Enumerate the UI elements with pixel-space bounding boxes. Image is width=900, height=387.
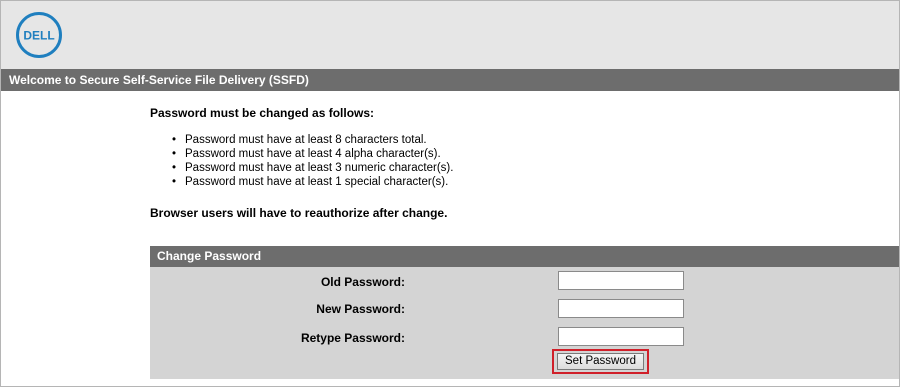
- policy-heading: Password must be changed as follows:: [150, 106, 375, 120]
- policy-rule: • Password must have at least 3 numeric c…: [172, 162, 454, 174]
- old-password-field[interactable]: [558, 271, 684, 290]
- change-password-panel: Change Password Old Password: New Passwo…: [150, 246, 899, 379]
- old-password-label: Old Password:: [320, 275, 405, 289]
- policy-rules: • Password must have at least 8 character…: [150, 133, 850, 189]
- bullet-icon: •: [172, 162, 177, 174]
- retype-password-label: Retype Password:: [300, 331, 405, 345]
- set-password-button[interactable]: Set Password: [557, 353, 644, 370]
- bullet-icon: •: [172, 148, 177, 160]
- new-password-label: New Password:: [316, 302, 405, 316]
- page-title: Welcome to Secure Self-Service File Deli…: [9, 73, 309, 87]
- policy-rule: • Password must have at least 8 character…: [172, 134, 427, 146]
- dell-logo-icon: DELL: [16, 12, 62, 58]
- policy-rule: • Password must have at least 4 alpha cha…: [172, 148, 441, 160]
- bullet-icon: •: [172, 176, 177, 188]
- change-password-title: Change Password: [150, 246, 899, 267]
- page-title-bar: Welcome to Secure Self-Service File Deli…: [1, 69, 899, 91]
- page-header: DELL: [1, 1, 899, 69]
- reauthorize-note: Browser users will have to reauthorize a…: [150, 206, 448, 220]
- set-password-highlight: Set Password: [552, 349, 649, 374]
- retype-password-field[interactable]: [558, 327, 684, 346]
- new-password-field[interactable]: [558, 299, 684, 318]
- policy-rule: • Password must have at least 1 special c…: [172, 176, 449, 188]
- bullet-icon: •: [172, 134, 177, 146]
- password-policy: Password must be changed as follows: • Pa…: [150, 105, 850, 221]
- logo-text: DELL: [23, 29, 54, 43]
